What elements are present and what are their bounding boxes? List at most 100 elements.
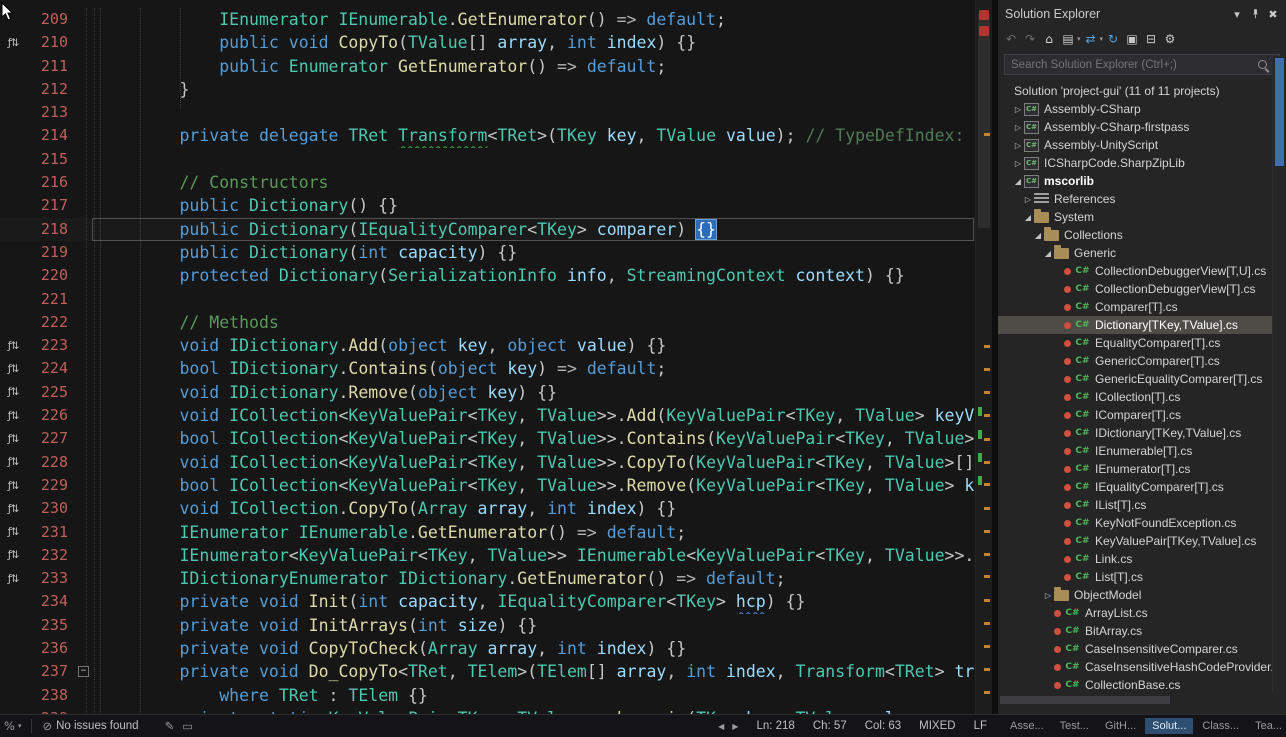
code-line-231[interactable]: ƒ⇅231 IEnumerator IEnumerable.GetEnumera…	[0, 521, 975, 544]
code-line-226[interactable]: ƒ⇅226 void ICollection<KeyValuePair<TKey…	[0, 404, 975, 427]
code-text[interactable]: public Dictionary(IEqualityComparer<TKey…	[100, 218, 975, 241]
code-area[interactable]: 209 IEnumerator IEnumerable.GetEnumerato…	[0, 0, 975, 714]
expanded-arrow-icon[interactable]: ◢	[1042, 249, 1054, 258]
method-reference-margin-icon[interactable]: ƒ⇅	[0, 386, 26, 398]
tree-item-comparer-t-cs[interactable]: C#Comparer[T].cs	[998, 298, 1272, 316]
code-line-237[interactable]: 237− private void Do_CopyTo<TRet, TElem>…	[0, 660, 975, 683]
tree-item-ienumerable-t-cs[interactable]: C#IEnumerable[T].cs	[998, 442, 1272, 460]
tree-item-objectmodel[interactable]: ▷ObjectModel	[998, 586, 1272, 604]
code-text[interactable]: IDictionaryEnumerator IDictionary.GetEnu…	[100, 567, 975, 590]
code-text[interactable]: public Dictionary() {}	[100, 194, 975, 217]
tool-window-tab-gith[interactable]: GitH...	[1098, 718, 1143, 734]
fold-collapse-button[interactable]: −	[76, 660, 100, 683]
code-line-216[interactable]: 216 // Constructors	[0, 171, 975, 194]
line-number[interactable]: 211	[26, 55, 76, 78]
sidebar-horizontal-scrollbar[interactable]	[998, 694, 1272, 706]
code-text[interactable]: bool ICollection<KeyValuePair<TKey, TVal…	[100, 427, 975, 450]
tree-item-collectionbase-cs[interactable]: C#CollectionBase.cs	[998, 676, 1272, 692]
code-line-213[interactable]: 213	[0, 101, 975, 124]
tree-item-genericequalitycomparer-t-cs[interactable]: C#GenericEqualityComparer[T].cs	[998, 370, 1272, 388]
tree-item-collections[interactable]: ◢Collections	[998, 226, 1272, 244]
search-icon[interactable]	[1258, 60, 1267, 69]
tree-item-assembly-csharp[interactable]: ▷C#Assembly-CSharp	[998, 100, 1272, 118]
show-all-files-icon[interactable]: ▣	[1123, 29, 1141, 49]
line-number[interactable]: 219	[26, 241, 76, 264]
tree-item-caseinsensitivehashcodeprovider-cs[interactable]: C#CaseInsensitiveHashCodeProvider.cs	[998, 658, 1272, 676]
method-reference-margin-icon[interactable]: ƒ⇅	[0, 573, 26, 585]
line-number[interactable]: 239	[26, 707, 76, 714]
tree-item-system[interactable]: ◢System	[998, 208, 1272, 226]
tool-window-tab-test[interactable]: Test...	[1053, 718, 1096, 734]
code-text[interactable]: private void CopyToCheck(Array array, in…	[100, 637, 975, 660]
code-line-238[interactable]: 238 where TRet : TElem {}	[0, 684, 975, 707]
tree-item-keyvaluepair-tkey-tvalue-cs[interactable]: C#KeyValuePair[TKey,TValue].cs	[998, 532, 1272, 550]
code-text[interactable]: public Dictionary(int capacity) {}	[100, 241, 975, 264]
line-number[interactable]: 213	[26, 101, 76, 124]
code-line-234[interactable]: 234 private void Init(int capacity, IEqu…	[0, 590, 975, 613]
line-number[interactable]: 209	[26, 8, 76, 31]
code-line-214[interactable]: 214 private delegate TRet Transform<TRet…	[0, 124, 975, 147]
line-number[interactable]: 221	[26, 288, 76, 311]
tree-item-icsharpcode-sharpziplib[interactable]: ▷C#ICSharpCode.SharpZipLib	[998, 154, 1272, 172]
tree-item-idictionary-tkey-tvalue-cs[interactable]: C#IDictionary[TKey,TValue].cs	[998, 424, 1272, 442]
collapsed-arrow-icon[interactable]: ▷	[1012, 159, 1024, 168]
code-line-212[interactable]: 212 }	[0, 78, 975, 101]
line-number[interactable]: 230	[26, 497, 76, 520]
line-number[interactable]: 210	[26, 31, 76, 54]
method-reference-margin-icon[interactable]: ƒ⇅	[0, 549, 26, 561]
tree-item-iequalitycomparer-t-cs[interactable]: C#IEqualityComparer[T].cs	[998, 478, 1272, 496]
tree-item-arraylist-cs[interactable]: C#ArrayList.cs	[998, 604, 1272, 622]
solution-root-item[interactable]: Solution 'project-gui' (11 of 11 project…	[998, 82, 1272, 100]
line-number[interactable]: 217	[26, 194, 76, 217]
code-line-222[interactable]: 222 // Methods	[0, 311, 975, 334]
edit-mode-icon[interactable]: ✎	[161, 719, 179, 733]
code-text[interactable]: private void Do_CopyTo<TRet, TElem>(TEle…	[100, 660, 975, 683]
issues-status[interactable]: No issues found	[56, 720, 138, 732]
code-line-210[interactable]: ƒ⇅210 public void CopyTo(TValue[] array,…	[0, 31, 975, 54]
properties-icon[interactable]: ⚙	[1161, 29, 1179, 49]
method-reference-margin-icon[interactable]: ƒ⇅	[0, 456, 26, 468]
tree-item-assembly-csharp-firstpass[interactable]: ▷C#Assembly-CSharp-firstpass	[998, 118, 1272, 136]
method-reference-margin-icon[interactable]: ƒ⇅	[0, 340, 26, 352]
tree-item-ilist-t-cs[interactable]: C#IList[T].cs	[998, 496, 1272, 514]
code-text[interactable]: bool ICollection<KeyValuePair<TKey, TVal…	[100, 474, 975, 497]
code-line-239[interactable]: 239 private static KeyValuePair<TKey, TV…	[0, 707, 975, 714]
line-number[interactable]: 228	[26, 451, 76, 474]
code-text[interactable]: private void InitArrays(int size) {}	[100, 614, 975, 637]
collapsed-arrow-icon[interactable]: ▷	[1012, 123, 1024, 132]
method-reference-margin-icon[interactable]: ƒ⇅	[0, 433, 26, 445]
code-line-230[interactable]: ƒ⇅230 void ICollection.CopyTo(Array arra…	[0, 497, 975, 520]
tree-item-dictionary-tkey-tvalue-cs[interactable]: C#Dictionary[TKey,TValue].cs	[998, 316, 1272, 334]
tree-item-collectiondebuggerview-t-cs[interactable]: C#CollectionDebuggerView[T].cs	[998, 280, 1272, 298]
line-number[interactable]: 212	[26, 78, 76, 101]
method-reference-margin-icon[interactable]: ƒ⇅	[0, 363, 26, 375]
char-indicator[interactable]: Ch: 57	[813, 720, 847, 732]
tree-item-ienumerator-t-cs[interactable]: C#IEnumerator[T].cs	[998, 460, 1272, 478]
code-line-224[interactable]: ƒ⇅224 bool IDictionary.Contains(object k…	[0, 357, 975, 380]
line-number[interactable]: 235	[26, 614, 76, 637]
sidebar-scrollbar-thumb[interactable]	[1275, 58, 1284, 166]
pin-icon[interactable]	[1246, 5, 1264, 23]
tool-window-tab-solut[interactable]: Solut...	[1145, 718, 1193, 734]
code-text[interactable]: public void CopyTo(TValue[] array, int i…	[100, 31, 975, 54]
scroll-left-icon[interactable]: ◀	[714, 722, 728, 731]
close-icon[interactable]: ✖	[1264, 5, 1282, 23]
tool-window-tab-asse[interactable]: Asse...	[1003, 718, 1051, 734]
code-line-235[interactable]: 235 private void InitArrays(int size) {}	[0, 614, 975, 637]
line-number[interactable]: 215	[26, 148, 76, 171]
tree-item-keynotfoundexception-cs[interactable]: C#KeyNotFoundException.cs	[998, 514, 1272, 532]
fold-collapse-glyph[interactable]: −	[78, 666, 89, 677]
line-number[interactable]: 225	[26, 381, 76, 404]
code-text[interactable]: private delegate TRet Transform<TRet>(TK…	[100, 124, 975, 147]
tree-item-icollection-t-cs[interactable]: C#ICollection[T].cs	[998, 388, 1272, 406]
code-text[interactable]: void IDictionary.Add(object key, object …	[100, 334, 975, 357]
tree-item-genericcomparer-t-cs[interactable]: C#GenericComparer[T].cs	[998, 352, 1272, 370]
code-line-219[interactable]: 219 public Dictionary(int capacity) {}	[0, 241, 975, 264]
code-text[interactable]: IEnumerator IEnumerable.GetEnumerator() …	[100, 8, 975, 31]
code-line-220[interactable]: 220 protected Dictionary(SerializationIn…	[0, 264, 975, 287]
eol-indicator[interactable]: LF	[974, 720, 987, 732]
collapse-all-icon[interactable]: ⊟	[1142, 29, 1160, 49]
tree-item-generic[interactable]: ◢Generic	[998, 244, 1272, 262]
line-number[interactable]: 226	[26, 404, 76, 427]
line-number[interactable]: 231	[26, 521, 76, 544]
